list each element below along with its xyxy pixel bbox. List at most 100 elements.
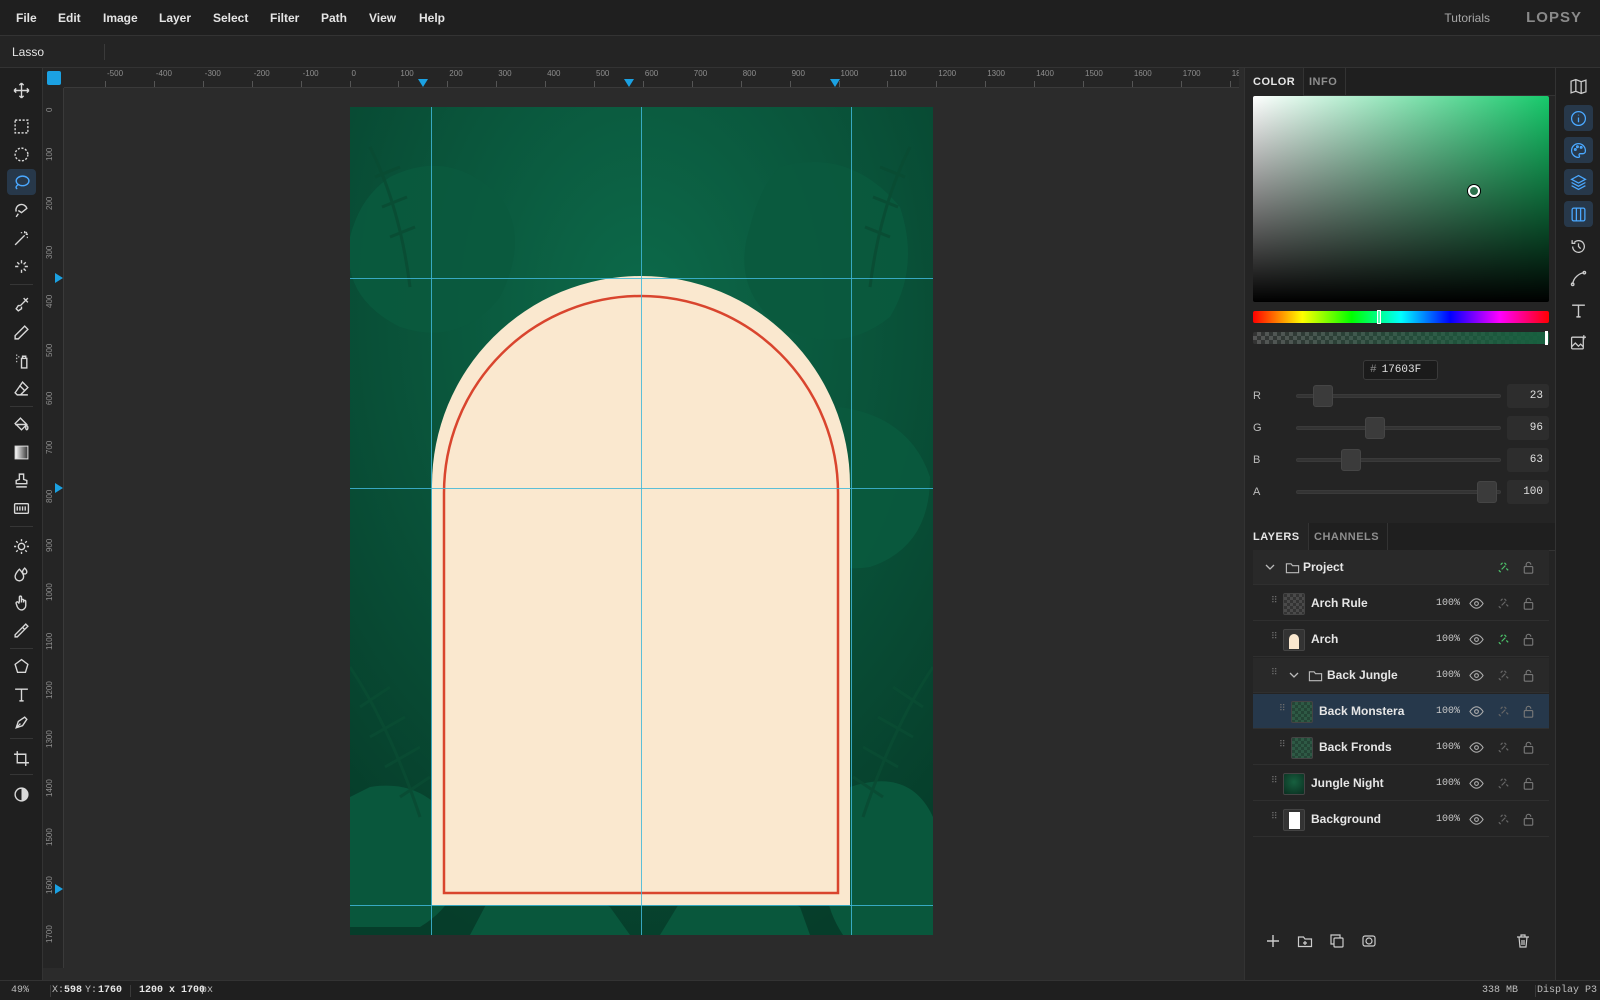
menu-path[interactable]: Path <box>321 0 347 36</box>
brush-tool[interactable] <box>7 291 36 317</box>
layer-row[interactable]: ⠿ Back Jungle 100% <box>1253 658 1549 693</box>
color-panel-button[interactable] <box>1564 137 1593 163</box>
layer-name[interactable]: Project <box>1303 550 1344 585</box>
ellipse-select-tool[interactable] <box>7 141 36 167</box>
menu-image[interactable]: Image <box>103 0 138 36</box>
layers-panel-button[interactable] <box>1564 169 1593 195</box>
delete-layer-button[interactable] <box>1515 933 1531 949</box>
history-panel-button[interactable] <box>1564 233 1593 259</box>
eye-icon[interactable] <box>1469 776 1484 791</box>
tab-layers[interactable]: LAYERS <box>1245 523 1309 551</box>
lasso-tool[interactable] <box>7 169 36 195</box>
guide-horizontal[interactable] <box>350 488 933 489</box>
tutorials-link[interactable]: Tutorials <box>1444 0 1490 36</box>
stamp-tool[interactable] <box>7 467 36 493</box>
layer-opacity[interactable]: 100% <box>1436 622 1460 657</box>
link-icon[interactable] <box>1496 560 1511 575</box>
menu-edit[interactable]: Edit <box>58 0 81 36</box>
layer-row[interactable]: ⠿ Arch Rule 100% <box>1253 586 1549 621</box>
lock-icon[interactable] <box>1521 668 1536 683</box>
layer-name[interactable]: Background <box>1311 802 1381 837</box>
guide-marker[interactable] <box>830 79 840 87</box>
hex-value[interactable]: 17603F <box>1382 364 1422 376</box>
lock-icon[interactable] <box>1521 560 1536 575</box>
duplicate-layer-button[interactable] <box>1329 933 1345 949</box>
pattern-tool[interactable] <box>7 495 36 521</box>
quick-select-tool[interactable] <box>7 253 36 279</box>
move-tool[interactable] <box>7 77 36 103</box>
link-icon[interactable] <box>1496 668 1511 683</box>
chevron-down-icon[interactable] <box>1289 670 1299 680</box>
guide-horizontal[interactable] <box>350 278 933 279</box>
blue-slider-knob[interactable] <box>1341 449 1361 471</box>
link-icon[interactable] <box>1496 740 1511 755</box>
horizontal-ruler[interactable]: -500 -400 -300 -200 -100 0 100 200 300 400 500 600 7… <box>64 68 1239 88</box>
drag-handle-icon[interactable]: ⠿ <box>1271 776 1278 789</box>
saturation-value-picker[interactable] <box>1253 96 1549 302</box>
guide-vertical[interactable] <box>641 107 642 935</box>
eye-icon[interactable] <box>1469 812 1484 827</box>
invert-tool[interactable] <box>7 781 36 807</box>
link-icon[interactable] <box>1496 812 1511 827</box>
ruler-corner[interactable] <box>43 68 64 88</box>
guide-marker[interactable] <box>55 483 63 493</box>
layer-name[interactable]: Back Jungle <box>1327 658 1398 693</box>
layer-row[interactable]: ⠿ Background 100% <box>1253 802 1549 837</box>
tab-info[interactable]: INFO <box>1301 68 1347 96</box>
character-panel-button[interactable] <box>1564 297 1593 323</box>
add-group-button[interactable] <box>1297 933 1313 949</box>
add-layer-button[interactable] <box>1265 933 1281 949</box>
dodge-tool[interactable] <box>7 533 36 559</box>
alpha-slider[interactable] <box>1253 331 1549 345</box>
alpha-slider-knob[interactable] <box>1477 481 1497 503</box>
link-icon[interactable] <box>1496 776 1511 791</box>
eyedropper-tool[interactable] <box>7 617 36 643</box>
drag-handle-icon[interactable]: ⠿ <box>1271 596 1278 609</box>
layer-opacity[interactable]: 100% <box>1436 658 1460 693</box>
navigator-button[interactable] <box>1564 73 1593 99</box>
smudge-tool[interactable] <box>7 589 36 615</box>
red-slider-knob[interactable] <box>1313 385 1333 407</box>
lock-icon[interactable] <box>1521 632 1536 647</box>
menu-help[interactable]: Help <box>419 0 445 36</box>
lock-icon[interactable] <box>1521 776 1536 791</box>
image-panel-button[interactable] <box>1564 329 1593 355</box>
layer-name[interactable]: Jungle Night <box>1311 766 1384 801</box>
layer-name[interactable]: Arch Rule <box>1311 586 1368 621</box>
type-tool[interactable] <box>7 681 36 707</box>
fill-bucket-tool[interactable] <box>7 411 36 437</box>
drag-handle-icon[interactable]: ⠿ <box>1279 704 1286 717</box>
blue-slider-track[interactable] <box>1296 458 1501 462</box>
green-slider-knob[interactable] <box>1365 417 1385 439</box>
color-picker-handle[interactable] <box>1468 185 1480 197</box>
channels-panel-button[interactable] <box>1564 201 1593 227</box>
lock-icon[interactable] <box>1521 740 1536 755</box>
drag-handle-icon[interactable]: ⠿ <box>1279 740 1286 753</box>
layer-opacity[interactable]: 100% <box>1436 694 1460 729</box>
lock-icon[interactable] <box>1521 596 1536 611</box>
red-value-input[interactable]: 23 <box>1507 384 1549 408</box>
magnetic-lasso-tool[interactable] <box>7 197 36 223</box>
guide-marker[interactable] <box>55 273 63 283</box>
hue-slider[interactable] <box>1253 310 1549 324</box>
alpha-slider-track[interactable] <box>1296 490 1501 494</box>
canvas-workspace[interactable] <box>64 88 1239 968</box>
shape-tool[interactable] <box>7 653 36 679</box>
layer-name[interactable]: Arch <box>1311 622 1338 657</box>
magic-wand-tool[interactable] <box>7 225 36 251</box>
guide-vertical[interactable] <box>431 107 432 935</box>
menu-layer[interactable]: Layer <box>159 0 191 36</box>
menu-filter[interactable]: Filter <box>270 0 299 36</box>
info-panel-button[interactable] <box>1564 105 1593 131</box>
hue-slider-handle[interactable] <box>1377 310 1381 324</box>
green-value-input[interactable]: 96 <box>1507 416 1549 440</box>
layer-row[interactable]: ⠿ Jungle Night 100% <box>1253 766 1549 801</box>
link-icon[interactable] <box>1496 632 1511 647</box>
eye-icon[interactable] <box>1469 596 1484 611</box>
ruler-origin-square[interactable] <box>47 71 61 85</box>
guide-marker[interactable] <box>55 884 63 894</box>
layer-row[interactable]: ⠿ Back Fronds 100% <box>1253 730 1549 765</box>
gradient-tool[interactable] <box>7 439 36 465</box>
drag-handle-icon[interactable]: ⠿ <box>1271 812 1278 825</box>
eraser-tool[interactable] <box>7 375 36 401</box>
